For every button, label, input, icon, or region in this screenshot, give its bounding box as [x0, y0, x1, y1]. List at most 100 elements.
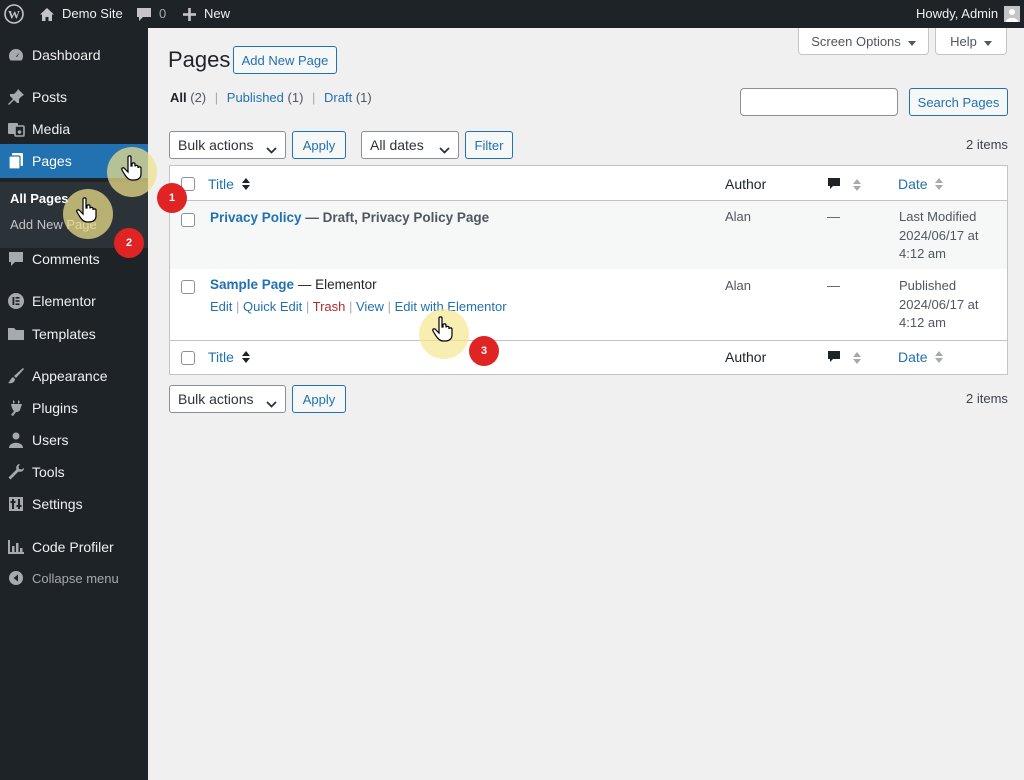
- add-new-page-button[interactable]: Add New Page: [233, 46, 337, 74]
- sidebar-item-tools[interactable]: Tools: [0, 455, 148, 489]
- items-count-bottom: 2 items: [966, 391, 1008, 406]
- dashboard-icon: [6, 45, 26, 65]
- column-author-footer: Author: [725, 349, 767, 365]
- column-title-label: Title: [208, 349, 234, 365]
- table-footer: Title Author Date: [170, 340, 1007, 375]
- filter-published-link[interactable]: Published (1): [227, 90, 304, 105]
- row-date-status: Published: [899, 278, 957, 293]
- filter-published-count: (1): [287, 90, 304, 105]
- sidebar-item-code-profiler[interactable]: Code Profiler: [0, 530, 148, 564]
- table-row: Sample Page — Elementor Edit | Quick Edi…: [170, 269, 1007, 340]
- sidebar-item-label: Settings: [32, 496, 83, 512]
- row-checkbox[interactable]: [181, 213, 195, 227]
- brush-icon: [6, 366, 26, 386]
- row-comments: —: [827, 278, 840, 293]
- sort-arrows-icon: [935, 177, 944, 193]
- column-comments-header[interactable]: [827, 177, 862, 196]
- quick-edit-link[interactable]: Quick Edit: [243, 299, 302, 314]
- row-checkbox[interactable]: [181, 280, 195, 294]
- home-icon: [39, 7, 55, 22]
- caret-down-icon: [907, 34, 916, 49]
- filter-draft-link[interactable]: Draft (1): [324, 90, 372, 105]
- edit-link[interactable]: Edit: [210, 299, 232, 314]
- filter-published-label: Published: [226, 90, 284, 105]
- select-all-checkbox-footer[interactable]: [181, 351, 195, 365]
- new-content-link[interactable]: New: [183, 0, 230, 28]
- search-input[interactable]: [740, 88, 898, 116]
- column-date-footer[interactable]: Date: [898, 349, 944, 366]
- step-badge-2: 2: [114, 228, 144, 258]
- trash-link[interactable]: Trash: [313, 299, 346, 314]
- sidebar-item-label: Templates: [32, 326, 96, 342]
- sidebar-item-label: Media: [32, 121, 71, 137]
- sort-arrows-icon: [853, 178, 862, 196]
- chevron-down-icon: [266, 141, 277, 157]
- pin-icon: [6, 87, 26, 107]
- filter-all-count: (2): [190, 90, 207, 105]
- my-account-link[interactable]: Howdy, Admin: [916, 0, 1021, 28]
- sidebar-item-dashboard[interactable]: Dashboard: [0, 38, 148, 72]
- column-author-header: Author: [725, 176, 767, 192]
- filter-button[interactable]: Filter: [465, 131, 513, 159]
- screen-options-button[interactable]: Screen Options: [798, 28, 929, 55]
- screen-options-label: Screen Options: [811, 33, 901, 49]
- sidebar-item-label: Appearance: [32, 368, 108, 384]
- step-badge-3: 3: [469, 336, 499, 366]
- sidebar-item-posts[interactable]: Posts: [0, 80, 148, 114]
- date-filter-select[interactable]: All dates: [361, 131, 459, 159]
- filter-draft-count: (1): [355, 90, 372, 105]
- table-row: Privacy Policy — Draft, Privacy Policy P…: [170, 201, 1007, 269]
- site-name-label: Demo Site: [62, 6, 123, 21]
- search-pages-button[interactable]: Search Pages: [909, 88, 1008, 116]
- sidebar-item-users[interactable]: Users: [0, 423, 148, 457]
- bulk-actions-select[interactable]: Bulk actions: [169, 131, 286, 159]
- greeting-label: Howdy, Admin: [916, 6, 999, 21]
- comments-link[interactable]: 0: [136, 0, 166, 28]
- wordpress-logo-icon[interactable]: W: [4, 0, 24, 28]
- new-label: New: [204, 6, 231, 21]
- row-title-link[interactable]: Privacy Policy: [210, 210, 302, 225]
- sidebar-item-settings[interactable]: Settings: [0, 487, 148, 521]
- filter-all-link[interactable]: All (2): [170, 90, 206, 105]
- sidebar-item-templates[interactable]: Templates: [0, 317, 148, 351]
- sidebar-item-plugins[interactable]: Plugins: [0, 391, 148, 425]
- column-comments-footer[interactable]: [827, 350, 862, 369]
- bulk-actions-select-bottom[interactable]: Bulk actions: [169, 385, 286, 413]
- sidebar-item-label: Users: [32, 432, 69, 448]
- column-title-footer[interactable]: Title: [208, 349, 250, 366]
- comment-bubble-icon: [827, 178, 841, 195]
- row-date: Published 2024/06/17 at 4:12 am: [899, 277, 979, 333]
- sidebar-item-label: Posts: [32, 89, 68, 105]
- filter-all-label: All: [170, 90, 187, 105]
- elementor-icon: [6, 291, 26, 311]
- collapse-menu-label: Collapse menu: [32, 570, 119, 586]
- hand-cursor-icon: [432, 316, 454, 347]
- sort-arrows-icon: [935, 350, 944, 366]
- hand-cursor-icon: [76, 197, 98, 228]
- column-title-header[interactable]: Title: [208, 176, 250, 193]
- apply-button-bottom[interactable]: Apply: [292, 385, 346, 413]
- row-author-link[interactable]: Alan: [725, 208, 751, 227]
- collapse-menu-button[interactable]: Collapse menu: [0, 561, 148, 595]
- apply-button-top[interactable]: Apply: [292, 131, 346, 159]
- sidebar-item-label: Code Profiler: [32, 539, 114, 555]
- view-link[interactable]: View: [356, 299, 384, 314]
- column-title-label: Title: [208, 176, 234, 192]
- help-button[interactable]: Help: [935, 28, 1007, 55]
- row-title-link[interactable]: Sample Page: [210, 277, 294, 292]
- submenu-all-pages[interactable]: All Pages: [10, 191, 69, 206]
- bulk-actions-value: Bulk actions: [178, 391, 254, 407]
- svg-text:W: W: [8, 8, 20, 22]
- column-date-label: Date: [898, 349, 928, 365]
- main-content: Screen Options Help Pages Add New Page A…: [148, 28, 1024, 780]
- sidebar-item-appearance[interactable]: Appearance: [0, 359, 148, 393]
- sidebar-item-label: Dashboard: [32, 47, 101, 63]
- sidebar-item-elementor[interactable]: Elementor: [0, 284, 148, 318]
- wrench-icon: [6, 462, 26, 482]
- site-name-link[interactable]: Demo Site: [39, 0, 123, 28]
- row-date-time: 4:12 am: [899, 246, 946, 261]
- sidebar-item-media[interactable]: Media: [0, 112, 148, 146]
- column-date-header[interactable]: Date: [898, 176, 944, 193]
- admin-sidebar: Dashboard Posts Media Pages All Pages Ad…: [0, 28, 148, 780]
- row-author-link[interactable]: Alan: [725, 277, 751, 296]
